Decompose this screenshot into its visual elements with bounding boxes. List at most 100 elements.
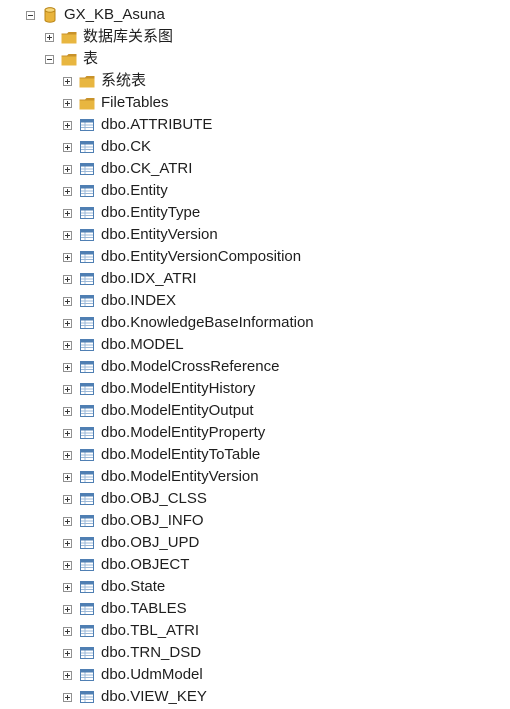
table-icon bbox=[80, 339, 94, 351]
expand-toggle[interactable] bbox=[63, 450, 72, 460]
table-icon bbox=[80, 581, 94, 593]
tree-node-label: dbo.State bbox=[101, 578, 166, 595]
tree-node-diagrams[interactable]: 数据库关系图 bbox=[45, 26, 173, 48]
expand-toggle[interactable] bbox=[45, 32, 54, 42]
tree-node-table-item[interactable]: dbo.OBJ_CLSS bbox=[63, 488, 207, 510]
tree-node-table-item[interactable]: dbo.IDX_ATRI bbox=[63, 268, 197, 290]
tree-node-table-item[interactable]: dbo.KnowledgeBaseInformation bbox=[63, 312, 314, 334]
expand-toggle[interactable] bbox=[63, 626, 72, 636]
tree-node-label: dbo.ModelCrossReference bbox=[101, 358, 280, 375]
tree-node-tables[interactable]: 表 bbox=[45, 48, 98, 70]
tree-node-label: dbo.ATTRIBUTE bbox=[101, 116, 213, 133]
expand-toggle[interactable] bbox=[63, 76, 72, 86]
expand-toggle[interactable] bbox=[63, 230, 72, 240]
collapse-toggle[interactable] bbox=[26, 10, 35, 20]
tree-node-table-item[interactable]: dbo.TABLES bbox=[63, 598, 187, 620]
expand-toggle[interactable] bbox=[63, 494, 72, 504]
tree-node-table-item[interactable]: dbo.VIEW_KEY bbox=[63, 686, 207, 708]
table-icon bbox=[80, 449, 94, 461]
tree-node-table-item[interactable]: dbo.OBJ_UPD bbox=[63, 532, 199, 554]
folder-icon bbox=[79, 75, 95, 88]
table-icon bbox=[80, 691, 94, 703]
expand-toggle[interactable] bbox=[63, 406, 72, 416]
tree-node-table-item[interactable]: dbo.MODEL bbox=[63, 334, 184, 356]
expand-toggle[interactable] bbox=[63, 648, 72, 658]
table-icon bbox=[80, 229, 94, 241]
tree-node-table-item[interactable]: 系统表 bbox=[63, 70, 146, 92]
tree-node-label: dbo.KnowledgeBaseInformation bbox=[101, 314, 314, 331]
database-icon bbox=[44, 7, 56, 23]
table-icon bbox=[80, 405, 94, 417]
expand-toggle[interactable] bbox=[63, 340, 72, 350]
tree-node-label: dbo.OBJECT bbox=[101, 556, 190, 573]
tree-node-label: dbo.ModelEntityProperty bbox=[101, 424, 266, 441]
tree-node-table-item[interactable]: dbo.EntityVersionComposition bbox=[63, 246, 301, 268]
expand-toggle[interactable] bbox=[63, 604, 72, 614]
tree-node-label: dbo.Entity bbox=[101, 182, 168, 199]
tree-node-table-item[interactable]: dbo.EntityVersion bbox=[63, 224, 218, 246]
expand-toggle[interactable] bbox=[63, 670, 72, 680]
expand-toggle[interactable] bbox=[63, 296, 72, 306]
tree-node-label: dbo.MODEL bbox=[101, 336, 184, 353]
tree-node-table-item[interactable]: dbo.OBJECT bbox=[63, 554, 189, 576]
tree-node-table-item[interactable]: dbo.ModelEntityProperty bbox=[63, 422, 265, 444]
tree-node-label: dbo.ModelEntityVersion bbox=[101, 468, 259, 485]
tree-node-table-item[interactable]: dbo.CK_ATRI bbox=[63, 158, 192, 180]
tree-node-table-item[interactable]: dbo.EntityType bbox=[63, 202, 200, 224]
expand-toggle[interactable] bbox=[63, 142, 72, 152]
expand-toggle[interactable] bbox=[63, 538, 72, 548]
tree-node-database[interactable]: GX_KB_Asuna bbox=[26, 4, 165, 26]
expand-toggle[interactable] bbox=[63, 164, 72, 174]
tree-node-table-item[interactable]: dbo.TRN_DSD bbox=[63, 642, 201, 664]
tree-node-label: dbo.TRN_DSD bbox=[101, 644, 202, 661]
table-icon bbox=[80, 141, 94, 153]
expand-toggle[interactable] bbox=[63, 318, 72, 328]
tree-node-label: dbo.CK bbox=[101, 138, 152, 155]
tree-node-table-item[interactable]: dbo.ModelEntityHistory bbox=[63, 378, 255, 400]
tree-node-table-item[interactable]: dbo.UdmModel bbox=[63, 664, 203, 686]
tree-node-table-item[interactable]: dbo.INDEX bbox=[63, 290, 176, 312]
tree-node-table-item[interactable]: dbo.State bbox=[63, 576, 165, 598]
expand-toggle[interactable] bbox=[63, 472, 72, 482]
tree-node-label: dbo.EntityVersionComposition bbox=[101, 248, 302, 265]
tree-node-table-item[interactable]: dbo.ModelEntityVersion bbox=[63, 466, 259, 488]
table-icon bbox=[80, 163, 94, 175]
table-icon bbox=[80, 559, 94, 571]
table-icon bbox=[80, 515, 94, 527]
tree-node-table-item[interactable]: dbo.TBL_ATRI bbox=[63, 620, 199, 642]
table-icon bbox=[80, 317, 94, 329]
tree-node-table-item[interactable]: dbo.ModelCrossReference bbox=[63, 356, 279, 378]
expand-toggle[interactable] bbox=[63, 560, 72, 570]
expand-toggle[interactable] bbox=[63, 428, 72, 438]
expand-toggle[interactable] bbox=[63, 208, 72, 218]
folder-icon bbox=[79, 97, 95, 110]
tree-node-table-item[interactable]: dbo.CK bbox=[63, 136, 151, 158]
expand-toggle[interactable] bbox=[63, 692, 72, 702]
tree-node-label: dbo.IDX_ATRI bbox=[101, 270, 197, 287]
tree-node-table-item[interactable]: dbo.OBJ_INFO bbox=[63, 510, 204, 532]
tree-node-label: FileTables bbox=[101, 94, 169, 111]
tree-node-label: dbo.OBJ_UPD bbox=[101, 534, 200, 551]
expand-toggle[interactable] bbox=[63, 274, 72, 284]
expand-toggle[interactable] bbox=[63, 186, 72, 196]
tree-node-label: dbo.ModelEntityOutput bbox=[101, 402, 254, 419]
table-icon bbox=[80, 471, 94, 483]
expand-toggle[interactable] bbox=[63, 252, 72, 262]
expand-toggle[interactable] bbox=[63, 582, 72, 592]
table-icon bbox=[80, 207, 94, 219]
expand-toggle[interactable] bbox=[63, 516, 72, 526]
tree-node-label: dbo.CK_ATRI bbox=[101, 160, 193, 177]
tree-node-table-item[interactable]: dbo.ModelEntityOutput bbox=[63, 400, 254, 422]
tree-node-table-item[interactable]: dbo.Entity bbox=[63, 180, 168, 202]
tree-node-label: dbo.TABLES bbox=[101, 600, 187, 617]
expand-toggle[interactable] bbox=[63, 98, 72, 108]
collapse-toggle[interactable] bbox=[45, 54, 54, 64]
tree-node-table-item[interactable]: dbo.ModelEntityToTable bbox=[63, 444, 260, 466]
tree-node-label: dbo.OBJ_CLSS bbox=[101, 490, 207, 507]
tree-node-table-item[interactable]: dbo.ATTRIBUTE bbox=[63, 114, 212, 136]
expand-toggle[interactable] bbox=[63, 362, 72, 372]
tree-node-table-item[interactable]: FileTables bbox=[63, 92, 169, 114]
tables-folder-label: 表 bbox=[83, 50, 99, 67]
expand-toggle[interactable] bbox=[63, 120, 72, 130]
expand-toggle[interactable] bbox=[63, 384, 72, 394]
